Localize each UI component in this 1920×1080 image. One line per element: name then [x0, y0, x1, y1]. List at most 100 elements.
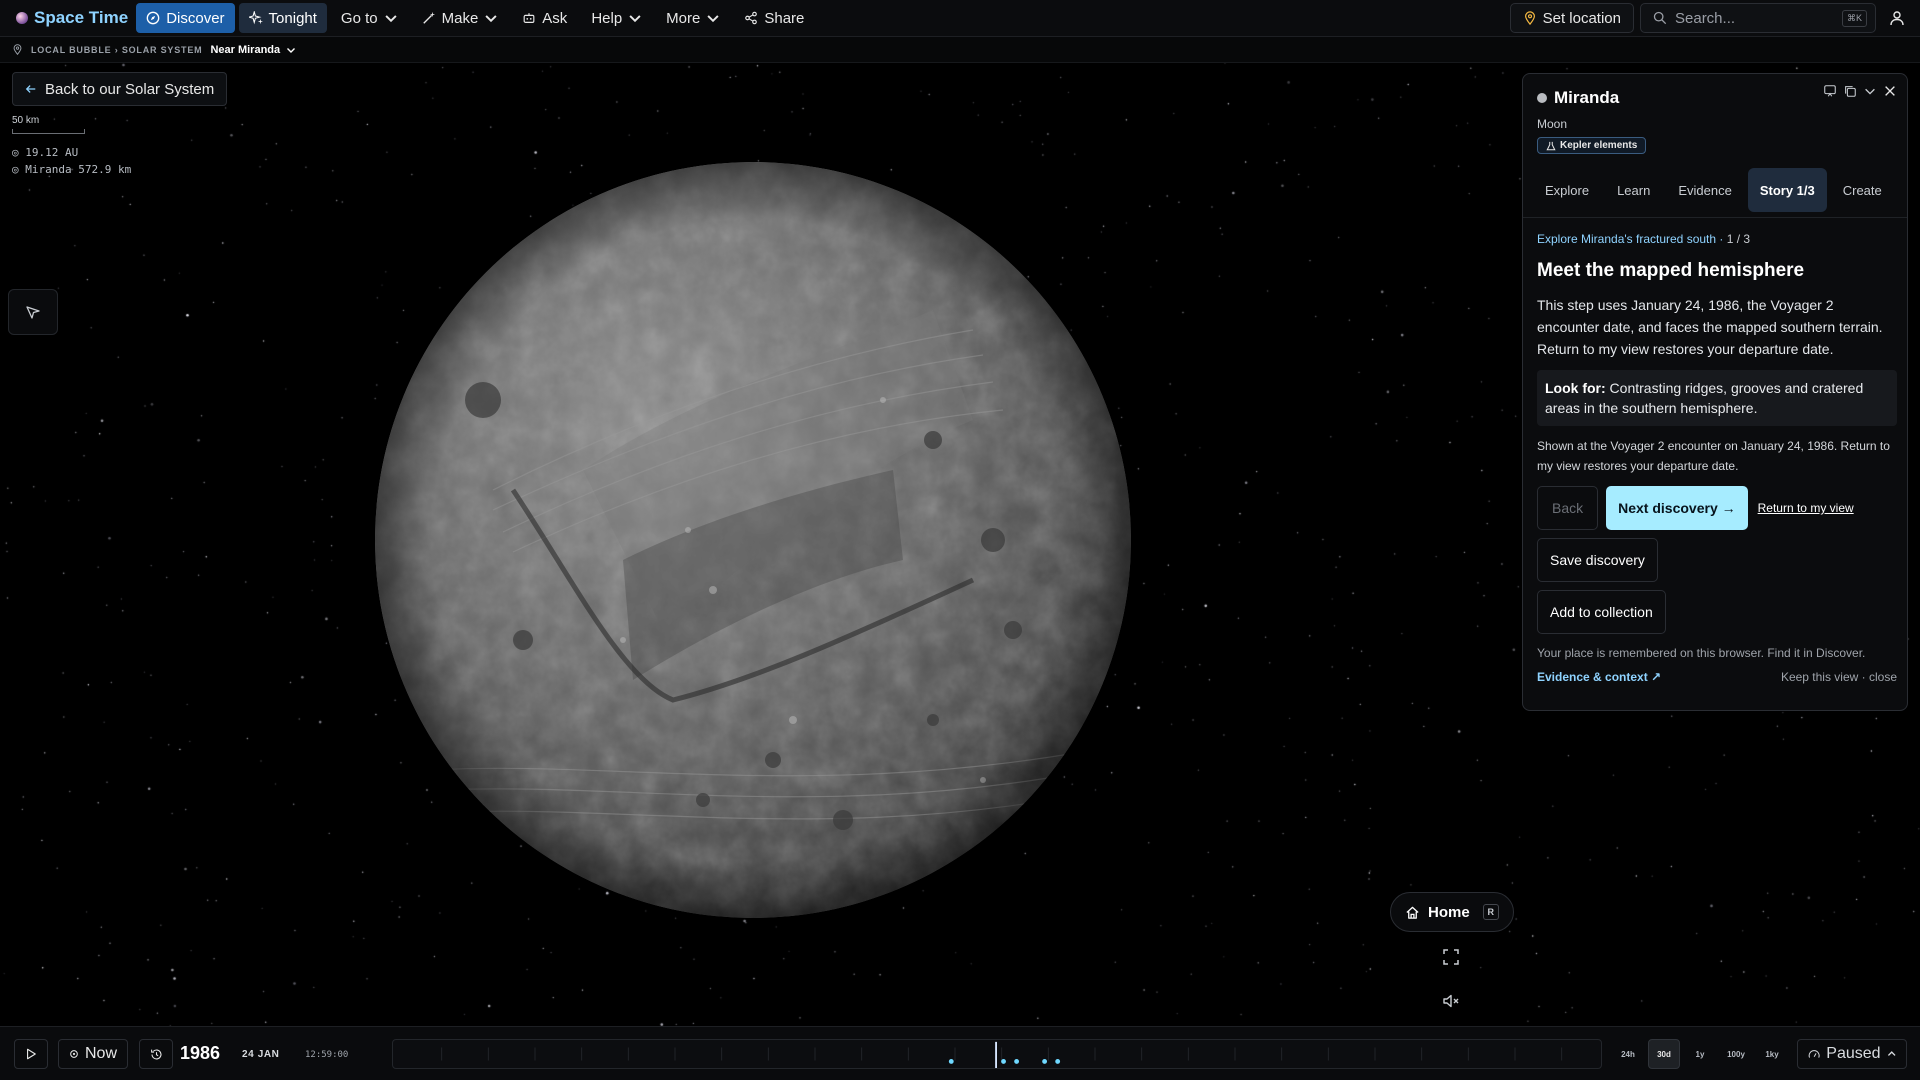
- back-button-label: Back to our Solar System: [45, 80, 215, 98]
- add-to-collection-button[interactable]: Add to collection: [1537, 590, 1666, 634]
- close-icon[interactable]: [1883, 84, 1897, 98]
- set-location-button[interactable]: Set location: [1509, 3, 1634, 33]
- nav-discover-button[interactable]: Discover: [136, 3, 235, 33]
- miranda-moon-render[interactable]: [373, 160, 1133, 920]
- step-heading: Meet the mapped hemisphere: [1537, 260, 1805, 281]
- scale-100y[interactable]: 100y: [1720, 1039, 1752, 1069]
- tab-divider: [1523, 217, 1907, 218]
- nav-ask-label: Ask: [542, 9, 568, 27]
- history-button[interactable]: [139, 1039, 173, 1069]
- timeline-event-marker[interactable]: [1042, 1059, 1048, 1064]
- playback-status-button[interactable]: Paused: [1797, 1039, 1907, 1069]
- share-icon: [745, 11, 758, 25]
- evidence-context-link[interactable]: Evidence & context ↗: [1537, 670, 1661, 684]
- timeline-event-marker[interactable]: [948, 1059, 954, 1064]
- timeline-event-marker[interactable]: [1001, 1059, 1006, 1064]
- breadcrumb-path[interactable]: LOCAL BUBBLE › SOLAR SYSTEM: [31, 45, 202, 55]
- robot-icon: [523, 13, 535, 23]
- play-icon: [27, 1048, 36, 1060]
- speed-gauge-icon: [1808, 1049, 1820, 1058]
- compass-icon: [146, 11, 160, 25]
- scale-indicator: 50 km: [12, 115, 85, 134]
- tab-evidence[interactable]: Evidence: [1666, 168, 1743, 212]
- tab-learn[interactable]: Learn: [1605, 168, 1662, 212]
- home-shortcut-badge: R: [1482, 904, 1499, 920]
- search-shortcut-badge: ⌘K: [1841, 9, 1867, 27]
- breadcrumb-current-location[interactable]: Near Miranda: [210, 44, 296, 56]
- distance-au: ◎ 19.12 AU: [12, 146, 79, 159]
- nav-goto-menu[interactable]: Go to: [331, 3, 408, 33]
- panel-footer: Evidence & context ↗ Keep this view · cl…: [1537, 670, 1897, 684]
- chevron-down-icon: [485, 15, 497, 23]
- cursor-arrow-icon: [26, 306, 40, 319]
- object-info-panel: Miranda Moon Kepler elements Explore Lea…: [1522, 73, 1908, 711]
- nav-more-menu[interactable]: More: [656, 3, 730, 33]
- scale-1y[interactable]: 1y: [1684, 1039, 1716, 1069]
- story-step-label: Explore Miranda's fractured south · 1 / …: [1537, 232, 1897, 246]
- story-step-count: 1 / 3: [1726, 232, 1751, 246]
- fullscreen-icon[interactable]: [1442, 948, 1460, 966]
- copy-icon[interactable]: [1843, 84, 1857, 98]
- pin-panel-icon[interactable]: [1823, 84, 1837, 98]
- brand-logo[interactable]: Space Time: [8, 2, 136, 34]
- home-icon: [1406, 906, 1419, 919]
- object-color-swatch: [1537, 93, 1547, 103]
- flask-icon: [1546, 141, 1556, 150]
- brand-name: Space Time: [34, 8, 129, 27]
- timeline-scrubber[interactable]: [392, 1039, 1602, 1069]
- look-for-label: Look for:: [1545, 380, 1606, 396]
- search-input[interactable]: Search... ⌘K: [1640, 3, 1876, 33]
- nav-make-menu[interactable]: Make: [412, 3, 509, 33]
- scale-30d[interactable]: 30d: [1648, 1039, 1680, 1069]
- mute-icon[interactable]: [1442, 992, 1460, 1010]
- location-pin-icon: [13, 44, 22, 55]
- chevron-down-icon: [629, 15, 641, 23]
- nav-share-button[interactable]: Share: [734, 3, 814, 33]
- tab-explore[interactable]: Explore: [1533, 168, 1601, 212]
- step-navigation: Back Next discovery → Return to my view: [1537, 486, 1897, 530]
- scale-1ky[interactable]: 1ky: [1756, 1039, 1788, 1069]
- pointer-tool-button[interactable]: [8, 289, 58, 335]
- chevron-down-icon: [707, 15, 719, 23]
- panel-header-actions: [1823, 84, 1897, 98]
- now-label: Now: [85, 1045, 118, 1062]
- timeline-date: 24 JAN: [242, 1049, 280, 1060]
- story-step-content: Explore Miranda's fractured south · 1 / …: [1537, 232, 1897, 684]
- search-placeholder: Search...: [1675, 9, 1736, 27]
- timeline-time: 12:59:00: [305, 1050, 349, 1060]
- panel-subtitle: Moon: [1537, 117, 1568, 131]
- tab-story[interactable]: Story 1/3: [1747, 168, 1827, 212]
- user-account-button[interactable]: [1882, 3, 1912, 33]
- remember-note: Your place is remembered on this browser…: [1537, 646, 1866, 660]
- next-discovery-button[interactable]: Next discovery →: [1606, 486, 1748, 530]
- brand-planet-icon: [16, 12, 28, 24]
- distance-readout: ◎ 19.12 AU ◎ Miranda 572.9 km: [12, 144, 131, 178]
- timeline-event-marker[interactable]: [1055, 1059, 1061, 1064]
- nav-help-menu[interactable]: Help: [581, 3, 652, 33]
- nav-share-label: Share: [764, 9, 805, 27]
- panel-title: Miranda: [1554, 88, 1620, 107]
- tab-create[interactable]: Create: [1831, 168, 1894, 212]
- chevron-down-icon[interactable]: [1863, 84, 1877, 98]
- story-title: Explore Miranda's fractured south ·: [1537, 232, 1724, 246]
- chevron-up-icon: [1887, 1051, 1896, 1056]
- now-button[interactable]: Now: [58, 1039, 129, 1069]
- scale-24h[interactable]: 24h: [1612, 1039, 1644, 1069]
- return-to-my-view-link[interactable]: Return to my view: [1758, 501, 1854, 515]
- scale-bar: [12, 129, 85, 134]
- timeline-year: 1986: [180, 1043, 221, 1063]
- nav-tonight-button[interactable]: Tonight: [238, 3, 327, 33]
- timeline-event-marker[interactable]: [1014, 1059, 1020, 1064]
- nav-more-label: More: [666, 9, 701, 27]
- nav-ask-button[interactable]: Ask: [512, 3, 577, 33]
- back-button[interactable]: Back: [1537, 486, 1599, 530]
- timeline-bar: Now 1986 24 JAN 12:59:00 24h 30d 1y 100y…: [0, 1026, 1920, 1080]
- save-discovery-button[interactable]: Save discovery: [1537, 538, 1658, 582]
- scale-label: 50 km: [12, 115, 40, 126]
- keep-view-close-link[interactable]: Keep this view · close: [1781, 670, 1897, 684]
- home-button[interactable]: Home R: [1390, 892, 1514, 932]
- home-label: Home: [1428, 903, 1470, 921]
- play-button[interactable]: [14, 1039, 48, 1069]
- back-to-solar-system-button[interactable]: Back to our Solar System: [12, 72, 228, 106]
- kepler-elements-badge[interactable]: Kepler elements: [1537, 137, 1647, 154]
